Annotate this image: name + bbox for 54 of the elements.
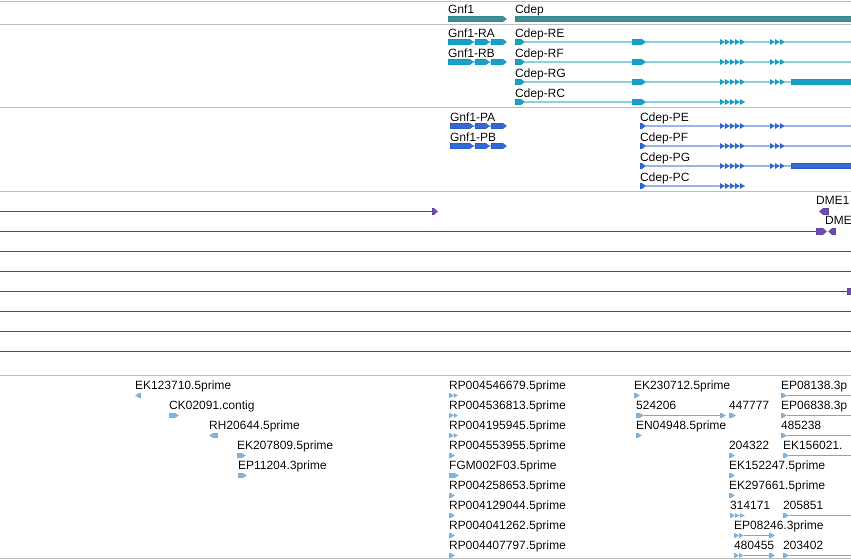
- feature-label: Cdep-PC: [640, 170, 690, 184]
- feature-label: Gnf1-RB: [448, 46, 495, 60]
- feature-label: EP11204.3prime: [238, 458, 326, 472]
- feature-label: RP004553955.5prime: [449, 438, 566, 452]
- alignment-drawing: [819, 208, 829, 215]
- transcript-drawing: [448, 59, 507, 65]
- feature-label: EK297661.5prime: [729, 478, 826, 492]
- feature-label: EP08246.3prime: [734, 518, 824, 532]
- feature-label: 447777: [729, 398, 770, 412]
- feature-label: CK02091.contig: [169, 398, 254, 412]
- feature-label: EP08138.3p: [781, 378, 848, 392]
- feature-label: RP004258653.5prime: [449, 478, 566, 492]
- feature-label: Cdep-RE: [515, 26, 564, 40]
- feature-label: 204322: [729, 438, 770, 452]
- feature-label: RP004041262.5prime: [449, 518, 566, 532]
- feature-label: Gnf1-RA: [448, 26, 495, 40]
- feature-label: Cdep-RC: [515, 86, 566, 100]
- feature-label: RP004407797.5prime: [449, 538, 566, 552]
- feature-label: 524206: [636, 398, 676, 412]
- feature-label: RH20644.5prime: [209, 418, 300, 432]
- alignment-block-icon: [847, 288, 851, 295]
- feature-label: Cdep: [515, 2, 544, 16]
- gene-bar: [448, 16, 507, 22]
- feature-label: Gnf1-PA: [450, 110, 496, 124]
- feature-label: Gnf1-PB: [450, 130, 496, 144]
- feature-label: Cdep-PE: [640, 110, 689, 124]
- feature-label: 203402: [783, 538, 824, 552]
- feature-label: DME1: [816, 193, 850, 207]
- feature-label: Gnf1: [448, 2, 474, 16]
- feature-label: RP004536813.5prime: [449, 398, 566, 412]
- alignment-drawing: [816, 228, 836, 235]
- feature-label: RP004546679.5prime: [449, 378, 566, 392]
- feature-label: EK152247.5prime: [729, 458, 826, 472]
- feature-label: 205851: [783, 498, 824, 512]
- feature-label: EP06838.3p: [781, 398, 848, 412]
- feature-label: DME: [825, 213, 851, 227]
- transcript-drawing: [448, 39, 507, 45]
- feature-label: 480455: [734, 538, 774, 552]
- feature-label: EK123710.5prime: [135, 378, 232, 392]
- feature-label: Cdep-RG: [515, 66, 566, 80]
- feature-label: EN04948.5prime: [636, 418, 726, 432]
- feature-label: Cdep-PF: [640, 130, 688, 144]
- feature-label: EK156021.: [783, 438, 842, 452]
- feature-label: FGM002F03.5prime: [449, 458, 556, 472]
- feature-label: EK207809.5prime: [237, 438, 334, 452]
- protein-drawing: [450, 143, 507, 149]
- feature-label: RP004129044.5prime: [449, 498, 566, 512]
- feature-label: 485238: [781, 418, 822, 432]
- feature-label: Cdep-RF: [515, 46, 564, 60]
- feature-label: RP004195945.5prime: [449, 418, 566, 432]
- feature-label: Cdep-PG: [640, 150, 690, 164]
- protein-drawing: [450, 123, 507, 129]
- feature-label: EK230712.5prime: [634, 378, 730, 392]
- feature-label: 314171: [730, 498, 770, 512]
